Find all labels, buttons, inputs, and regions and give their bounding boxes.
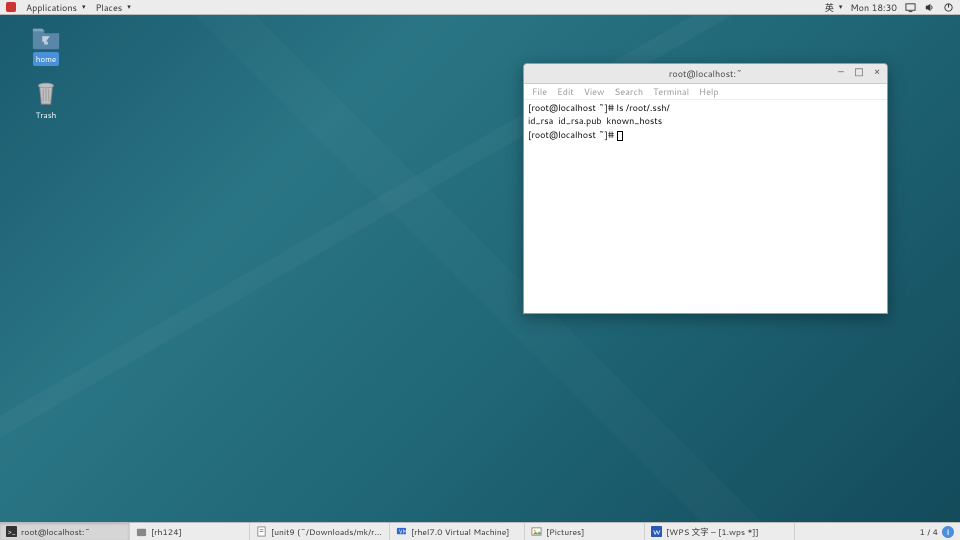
- image-app-icon: [531, 526, 542, 537]
- term-line-3: [root@localhost ~]#: [528, 128, 617, 141]
- svg-text:W: W: [653, 528, 661, 537]
- task-label: [rh124]: [151, 526, 182, 538]
- cursor-icon: [617, 131, 623, 141]
- menu-terminal[interactable]: Terminal: [653, 85, 689, 98]
- task-label: [WPS 文字 – [1.wps *]]: [666, 526, 759, 538]
- task-label: [unit9 (~/Downloads/mk/rh124) ~...: [271, 526, 383, 538]
- home-label: home: [33, 52, 59, 66]
- workspace-switcher[interactable]: 1 / 4 i: [914, 526, 960, 538]
- trash-label: Trash: [33, 108, 60, 122]
- terminal-menubar: File Edit View Search Terminal Help: [524, 84, 887, 100]
- menu-file[interactable]: File: [532, 85, 547, 98]
- task-label: [Pictures]: [546, 526, 584, 538]
- close-button[interactable]: ×: [871, 66, 883, 78]
- window-title: root@localhost:~: [669, 67, 742, 80]
- wps-app-icon: W: [651, 526, 662, 537]
- svg-text:VM: VM: [399, 527, 407, 535]
- task-wps[interactable]: W [WPS 文字 – [1.wps *]]: [645, 523, 795, 540]
- task-label: root@localhost:~: [21, 526, 90, 538]
- task-label: [rhel7.0 Virtual Machine]: [411, 526, 509, 538]
- workspace-text: 1 / 4: [920, 526, 938, 538]
- maximize-button[interactable]: □: [853, 66, 865, 78]
- menu-view[interactable]: View: [584, 85, 605, 98]
- power-icon[interactable]: [943, 2, 954, 13]
- menu-search[interactable]: Search: [614, 85, 643, 98]
- desktop-icons: home Trash: [24, 24, 68, 122]
- svg-text:>_: >_: [8, 527, 16, 537]
- ime-indicator[interactable]: 英: [825, 1, 843, 14]
- applications-menu[interactable]: Applications: [26, 1, 85, 14]
- bottom-taskbar: >_ root@localhost:~ [rh124] [unit9 (~/Do…: [0, 522, 960, 540]
- term-line-2: id_rsa id_rsa.pub known_hosts: [528, 114, 662, 127]
- places-menu[interactable]: Places: [95, 1, 130, 14]
- task-terminal[interactable]: >_ root@localhost:~: [0, 523, 130, 540]
- activities-icon[interactable]: [6, 2, 16, 12]
- menu-help[interactable]: Help: [699, 85, 719, 98]
- task-gedit[interactable]: [unit9 (~/Downloads/mk/rh124) ~...: [250, 523, 390, 540]
- volume-icon[interactable]: [924, 2, 935, 13]
- trash-icon[interactable]: Trash: [24, 80, 68, 122]
- task-pictures[interactable]: [Pictures]: [525, 523, 645, 540]
- vm-app-icon: VM: [396, 526, 407, 537]
- titlebar[interactable]: root@localhost:~ – □ ×: [524, 64, 887, 84]
- gedit-app-icon: [256, 526, 267, 537]
- screen-icon[interactable]: [905, 2, 916, 13]
- minimize-button[interactable]: –: [835, 66, 847, 78]
- info-icon[interactable]: i: [942, 526, 954, 538]
- clock[interactable]: Mon 18:30: [850, 1, 897, 14]
- task-files-1[interactable]: [rh124]: [130, 523, 250, 540]
- top-panel: Applications Places 英 Mon 18:30: [0, 0, 960, 15]
- files-app-icon: [136, 526, 147, 537]
- terminal-output[interactable]: [root@localhost ~]# ls /root/.ssh/ id_rs…: [524, 100, 887, 313]
- terminal-app-icon: >_: [6, 526, 17, 537]
- task-vm[interactable]: VM [rhel7.0 Virtual Machine]: [390, 523, 525, 540]
- home-folder-icon[interactable]: home: [24, 24, 68, 66]
- terminal-window[interactable]: root@localhost:~ – □ × File Edit View Se…: [523, 63, 888, 314]
- term-line-1: [root@localhost ~]# ls /root/.ssh/: [528, 101, 670, 114]
- menu-edit[interactable]: Edit: [557, 85, 574, 98]
